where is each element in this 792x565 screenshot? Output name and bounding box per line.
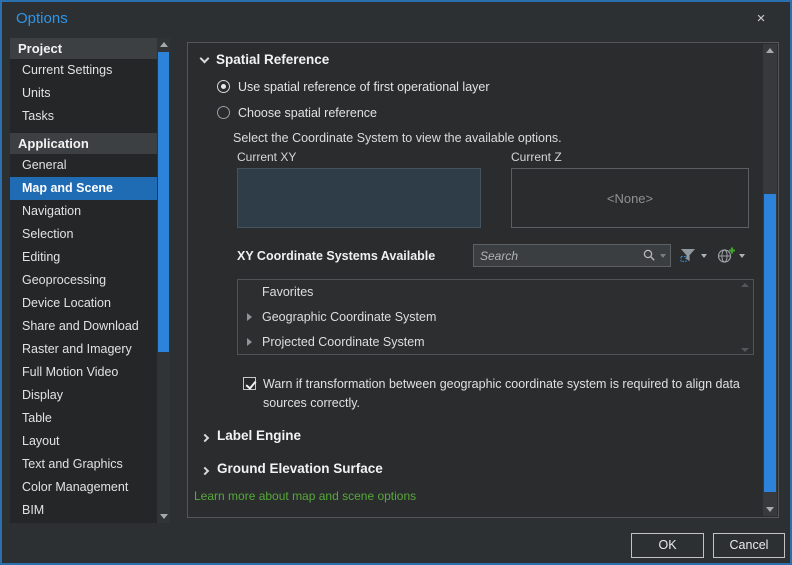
tree-expander-icon[interactable] <box>247 313 252 321</box>
filter-dropdown-caret-icon[interactable] <box>701 253 707 258</box>
spatial-reference-section-header[interactable]: Spatial Reference <box>199 52 330 67</box>
tree-scroll-up-icon[interactable] <box>740 283 750 287</box>
sidebar-item-table[interactable]: Table <box>10 407 157 430</box>
ground-elevation-title: Ground Elevation Surface <box>217 461 383 476</box>
scroll-up-icon[interactable] <box>763 44 777 57</box>
panel-scrollbar-thumb[interactable] <box>764 194 776 492</box>
tree-item-projected-label: Projected Coordinate System <box>262 335 425 349</box>
chevron-down-icon <box>199 53 210 64</box>
spatial-reference-title: Spatial Reference <box>216 52 330 67</box>
radio-button-unselected-icon[interactable] <box>217 106 230 119</box>
current-z-value: <None> <box>606 190 654 206</box>
tree-expander-icon[interactable] <box>247 338 252 346</box>
filter-button[interactable] <box>677 244 710 267</box>
panel-scrollbar[interactable] <box>763 44 777 516</box>
scroll-up-icon[interactable] <box>157 38 170 51</box>
sidebar-item-full-motion-video[interactable]: Full Motion Video <box>10 361 157 384</box>
sidebar-item-navigation[interactable]: Navigation <box>10 200 157 223</box>
tree-item-favorites[interactable]: Favorites <box>238 280 753 305</box>
sidebar-item-layout[interactable]: Layout <box>10 430 157 453</box>
xy-systems-available-label: XY Coordinate Systems Available <box>237 249 436 263</box>
label-engine-section-header[interactable]: Label Engine <box>200 428 302 443</box>
current-z-label: Current Z <box>511 150 562 164</box>
search-input[interactable] <box>474 248 641 263</box>
sidebar-section-project: Project <box>10 38 157 59</box>
label-engine-title: Label Engine <box>217 428 302 443</box>
chevron-right-icon <box>200 433 210 443</box>
sidebar-item-map-and-scene[interactable]: Map and Scene <box>10 177 157 200</box>
radio-button-selected-icon[interactable] <box>217 80 230 93</box>
sidebar-item-tasks[interactable]: Tasks <box>10 105 157 128</box>
sidebar-scrollbar[interactable] <box>157 38 170 523</box>
learn-more-link[interactable]: Learn more about map and scene options <box>194 489 416 503</box>
sidebar-item-editing[interactable]: Editing <box>10 246 157 269</box>
sidebar-section-application: Application <box>10 133 157 154</box>
radio-choose-label: Choose spatial reference <box>238 106 377 120</box>
sidebar-item-general[interactable]: General <box>10 154 157 177</box>
options-dialog: Options × Project Current Settings Units… <box>0 0 792 565</box>
sidebar-item-share-and-download[interactable]: Share and Download <box>10 315 157 338</box>
tree-scroll-down-icon[interactable] <box>740 348 750 352</box>
ok-button[interactable]: OK <box>631 533 704 558</box>
sidebar-item-raster-and-imagery[interactable]: Raster and Imagery <box>10 338 157 361</box>
warn-transformation-checkbox[interactable] <box>243 377 256 390</box>
chevron-right-icon <box>200 466 210 476</box>
sidebar-item-display[interactable]: Display <box>10 384 157 407</box>
sidebar-item-selection[interactable]: Selection <box>10 223 157 246</box>
sidebar-item-color-management[interactable]: Color Management <box>10 476 157 499</box>
title-bar: Options × <box>2 2 790 36</box>
sidebar-item-current-settings[interactable]: Current Settings <box>10 59 157 82</box>
settings-panel: Spatial Reference Use spatial reference … <box>187 42 779 518</box>
coordinate-system-instruction: Select the Coordinate System to view the… <box>233 131 562 145</box>
globe-add-icon <box>717 247 735 264</box>
ground-elevation-section-header[interactable]: Ground Elevation Surface <box>200 461 383 476</box>
coordinate-systems-tree: Favorites Geographic Coordinate System P… <box>237 279 754 355</box>
sidebar-item-units[interactable]: Units <box>10 82 157 105</box>
search-dropdown-caret-icon[interactable] <box>660 253 666 258</box>
cancel-button[interactable]: Cancel <box>713 533 785 558</box>
radio-use-first-layer-label: Use spatial reference of first operation… <box>238 80 490 94</box>
current-z-box: <None> <box>511 168 749 228</box>
globe-dropdown-caret-icon[interactable] <box>739 253 745 258</box>
sidebar-item-bim[interactable]: BIM <box>10 499 157 522</box>
current-xy-label: Current XY <box>237 150 297 164</box>
tree-item-projected-coordinate-system[interactable]: Projected Coordinate System <box>238 330 753 355</box>
radio-choose-spatial-reference[interactable]: Choose spatial reference <box>217 106 377 120</box>
window-title: Options <box>16 10 68 27</box>
sidebar-scrollbar-thumb[interactable] <box>158 52 169 352</box>
search-icon <box>641 249 658 262</box>
options-category-sidebar: Project Current Settings Units Tasks App… <box>10 38 170 523</box>
close-icon[interactable]: × <box>750 8 772 30</box>
sidebar-item-device-location[interactable]: Device Location <box>10 292 157 315</box>
sidebar-rows: Project Current Settings Units Tasks App… <box>10 38 157 523</box>
warn-transformation-row: Warn if transformation between geographi… <box>243 375 768 414</box>
sidebar-item-text-and-graphics[interactable]: Text and Graphics <box>10 453 157 476</box>
tree-item-geographic-label: Geographic Coordinate System <box>262 310 437 324</box>
sidebar-item-geoprocessing[interactable]: Geoprocessing <box>10 269 157 292</box>
radio-use-first-layer[interactable]: Use spatial reference of first operation… <box>217 80 490 94</box>
filter-icon <box>680 248 697 263</box>
current-xy-box <box>237 168 481 228</box>
scroll-down-icon[interactable] <box>763 503 777 516</box>
tree-item-geographic-coordinate-system[interactable]: Geographic Coordinate System <box>238 305 753 330</box>
warn-transformation-label: Warn if transformation between geographi… <box>263 377 740 411</box>
tree-item-favorites-label: Favorites <box>262 285 314 299</box>
scroll-down-icon[interactable] <box>157 510 170 523</box>
spatial-reference-globe-button[interactable] <box>714 244 748 267</box>
coordinate-search-box[interactable] <box>473 244 671 267</box>
